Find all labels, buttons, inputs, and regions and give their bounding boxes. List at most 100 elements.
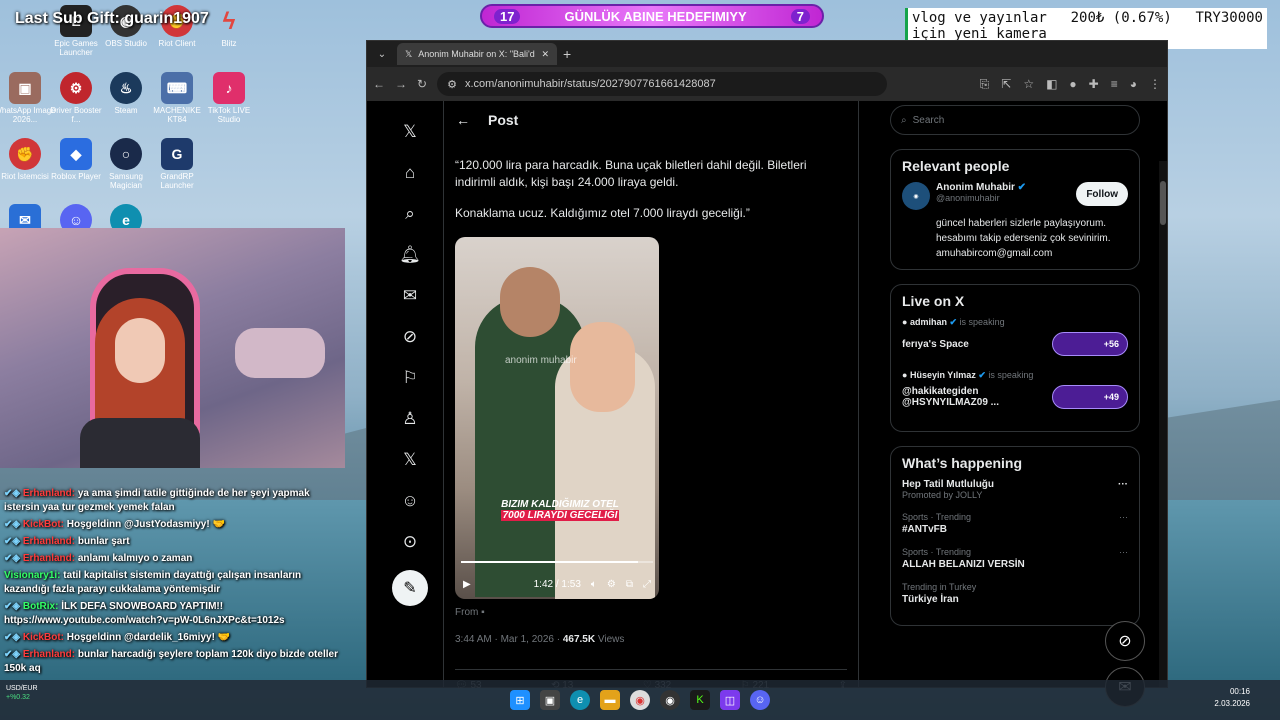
search-input[interactable]: ⌕ Search xyxy=(890,105,1140,135)
post-views-count: 467.5K xyxy=(562,634,596,645)
pip-icon[interactable]: ⧉ xyxy=(626,579,633,590)
back-arrow-icon[interactable]: ← xyxy=(456,112,470,128)
desktop-icon-label: MACHENIKE KT84 xyxy=(153,106,201,124)
explore-search-icon[interactable]: ⌕ xyxy=(389,193,431,234)
grandrp-icon: G xyxy=(161,138,193,170)
profile-avatar-icon[interactable]: ◕ xyxy=(1130,77,1137,92)
app-icon[interactable]: ◫ xyxy=(720,690,740,710)
x-logo-icon[interactable]: 𝕏 xyxy=(389,111,431,152)
chat-message: ✔◈ Erhanland: anlamı kalmıyo o zaman xyxy=(4,552,344,566)
back-arrow-icon[interactable]: ← xyxy=(373,77,385,91)
live-title: Live on X xyxy=(902,293,965,309)
fullscreen-icon[interactable]: ⤢ xyxy=(643,579,651,590)
more-dots-icon[interactable]: ··· xyxy=(1119,512,1128,522)
whats-happening-title: What’s happening xyxy=(902,455,1023,471)
windows-start-icon[interactable]: ⊞ xyxy=(510,690,530,710)
communities-icon[interactable]: ♙ xyxy=(389,398,431,439)
new-tab-button[interactable]: + xyxy=(563,46,571,62)
discord-icon[interactable]: ☺ xyxy=(750,690,770,710)
desktop-icon-tiktok[interactable]: ♪ TikTok LIVE Studio xyxy=(198,72,260,124)
more-dots-icon[interactable]: ··· xyxy=(1118,479,1128,490)
more-dots-icon[interactable]: ··· xyxy=(1119,547,1128,557)
more-options-icon[interactable]: ⊙ xyxy=(389,521,431,562)
post-column: ← Post “120.000 lira para harcadık. Buna… xyxy=(443,101,859,691)
blitz-icon: ϟ xyxy=(222,7,236,35)
site-info-icon[interactable]: ⚙ xyxy=(447,78,457,91)
reload-icon[interactable]: ↻ xyxy=(417,77,427,91)
goal-label: GÜNLÜK ABINE HEDEFIMIYY xyxy=(564,8,747,24)
chat-badge-icon: ✔◈ xyxy=(4,488,23,499)
grok-icon[interactable]: ⊘ xyxy=(389,316,431,357)
desktop-icon-label: OBS Studio xyxy=(105,39,147,48)
bookmark-star-icon[interactable]: ☆ xyxy=(1023,77,1034,92)
person-handle: @anonimuhabir xyxy=(936,193,1000,203)
chrome-icon[interactable]: ◉ xyxy=(630,690,650,710)
url-field[interactable]: ⚙ x.com/anonimuhabir/status/202790776166… xyxy=(437,72,888,96)
host-avatar: ● xyxy=(902,317,908,327)
media-icon[interactable]: ≡ xyxy=(1111,77,1118,92)
extension-icon[interactable]: ● xyxy=(1069,77,1076,92)
forward-arrow-icon[interactable]: → xyxy=(395,77,407,91)
grok-fab-button[interactable]: ⊘ xyxy=(1105,621,1145,661)
messages-envelope-icon[interactable]: ✉ xyxy=(389,275,431,316)
follow-button[interactable]: Follow xyxy=(1076,182,1128,206)
chat-text: anlamı kalmıyo o zaman xyxy=(77,553,193,564)
chat-username: KickBot: xyxy=(22,632,64,643)
play-icon[interactable]: ▶ xyxy=(463,579,471,590)
install-icon[interactable]: ⇱ xyxy=(1001,77,1011,92)
trend-item[interactable]: Sports · Trending ··· #ANTvFB xyxy=(902,512,1128,535)
donation-line1: vlog ve yayınlar xyxy=(912,10,1047,26)
profile-person-icon[interactable]: ☺ xyxy=(389,480,431,521)
puzzle-icon[interactable]: ✚ xyxy=(1089,77,1099,92)
trend-item[interactable]: Trending in Turkey Türkiye İran xyxy=(902,582,1128,605)
live-space[interactable]: ● Hüseyin Yılmaz ✔ is speaking @hakikate… xyxy=(902,370,1128,409)
post-video[interactable]: anonim muhabir BIZIM KALDIĞIMIZ OTEL 700… xyxy=(455,237,659,599)
space-title: @hakikategiden @HSYNYILMAZ09 ... xyxy=(902,386,999,408)
scrollbar-thumb[interactable] xyxy=(1160,181,1166,225)
settings-gear-icon[interactable]: ⚙ xyxy=(607,579,616,590)
notifications-bell-icon[interactable]: 🔔︎ xyxy=(389,234,431,275)
extension-icon[interactable]: ◧ xyxy=(1046,77,1057,92)
edge-icon[interactable]: e xyxy=(570,690,590,710)
video-caption: BIZIM KALDIĞIMIZ OTEL 7000 LIRAYDI GECEL… xyxy=(485,499,635,521)
video-progress-bar[interactable] xyxy=(461,561,653,563)
system-clock[interactable]: 00:16 2.03.2026 xyxy=(1214,686,1250,710)
menu-kebab-icon[interactable]: ⋮ xyxy=(1149,77,1161,92)
daily-goal-bar: 17 GÜNLÜK ABINE HEDEFIMIYY 7 xyxy=(480,4,824,28)
live-space[interactable]: ● admihan ✔ is speaking ferıya's Space +5… xyxy=(902,317,1128,356)
page-scrollbar[interactable] xyxy=(1159,161,1167,687)
space-status: is speaking xyxy=(959,317,1005,327)
desktop-icon-grandrp[interactable]: G GrandRP Launcher xyxy=(146,138,208,190)
compose-post-button[interactable]: ✎ xyxy=(392,570,428,606)
file-explorer-icon[interactable]: ▬ xyxy=(600,690,620,710)
trend-item[interactable]: Sports · Trending ··· ALLAH BELANIZI VERS… xyxy=(902,547,1128,570)
kick-icon[interactable]: K xyxy=(690,690,710,710)
translate-icon[interactable]: ⎘ xyxy=(980,77,990,92)
premium-x-icon[interactable]: 𝕏 xyxy=(389,439,431,480)
relevant-people-title: Relevant people xyxy=(902,158,1010,174)
chat-username: BotRix: xyxy=(22,601,59,612)
avatar[interactable]: ◉ xyxy=(902,182,930,210)
post-timestamp[interactable]: 3:44 AM · Mar 1, 2026 · xyxy=(455,634,563,645)
tab-search-chevron-icon[interactable]: ⌄ xyxy=(373,49,391,60)
right-sidebar: ⌕ Search Relevant people ◉ Anonim Muhabi… xyxy=(890,101,1140,626)
home-icon[interactable]: ⌂ xyxy=(389,152,431,193)
relevant-person[interactable]: ◉ Anonim Muhabir ✔ @anonimuhabir Follow xyxy=(902,182,1128,210)
grok-icon: ⊘ xyxy=(1118,633,1132,650)
tab-x-post[interactable]: 𝕏 Anonim Muhabir on X: "Bali'de tat ✕ xyxy=(397,43,557,65)
stream-chat: ✔◈ Erhanland: ya ama şimdi tatile gittiğ… xyxy=(4,487,344,679)
donation-target: TRY30000 xyxy=(1195,10,1263,26)
chat-badge-icon: ✔◈ xyxy=(4,536,23,547)
ticker-widget[interactable]: USD/EUR +%0.32 xyxy=(6,684,38,702)
search-icon: ⌕ xyxy=(901,114,907,126)
bio-line: güncel haberleri sizlerle paylaşıyorum. xyxy=(936,218,1107,229)
obs-icon[interactable]: ◉ xyxy=(660,690,680,710)
post-header: ← Post xyxy=(444,101,858,139)
trend-item[interactable]: Hep Tatil Mutluluğu ··· Promoted by JOLLY xyxy=(902,479,1128,500)
close-tab-icon[interactable]: ✕ xyxy=(541,49,549,60)
task-view-icon[interactable]: ▣ xyxy=(540,690,560,710)
trend-name: Hep Tatil Mutluluğu xyxy=(902,479,995,490)
volume-icon[interactable]: 🔈︎ xyxy=(591,579,597,590)
bookmarks-icon[interactable]: ⚐ xyxy=(389,357,431,398)
chat-username: KickBot: xyxy=(22,519,64,530)
